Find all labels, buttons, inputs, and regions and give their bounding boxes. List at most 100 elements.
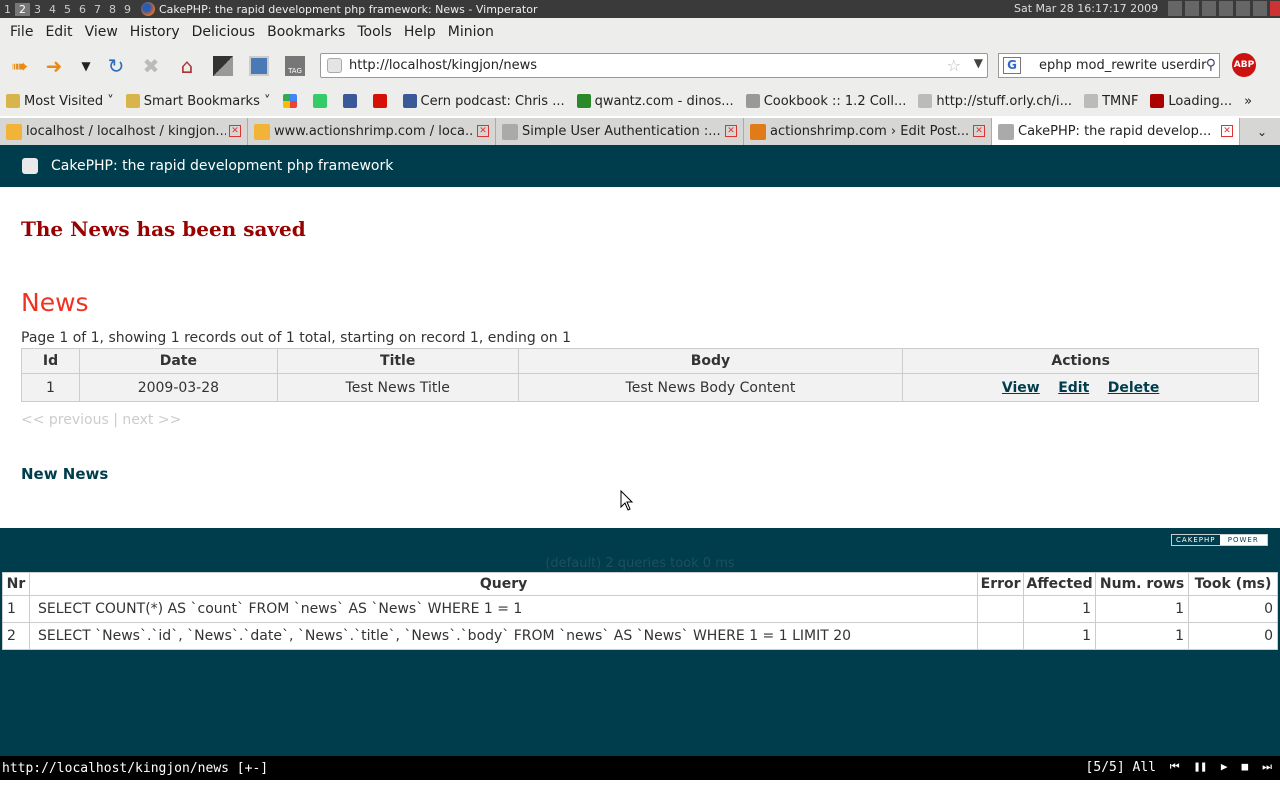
url-text[interactable]: http://localhost/kingjon/news (349, 58, 537, 73)
url-dropdown-icon[interactable]: ▼ (974, 56, 983, 70)
close-tab-icon[interactable]: ✕ (1221, 125, 1233, 137)
close-tab-icon[interactable]: ✕ (229, 125, 241, 137)
menu-view[interactable]: View (79, 24, 124, 40)
close-tab-icon[interactable]: ✕ (725, 125, 737, 137)
adblock-plus-icon[interactable]: ABP (1232, 53, 1256, 77)
tab-cakephp-news[interactable]: CakePHP: the rapid develop... ✕ (992, 118, 1240, 145)
workspace-1[interactable]: 1 (0, 3, 15, 16)
previous-track-icon[interactable]: ⏮ (1170, 760, 1180, 774)
search-text[interactable]: ephp mod_rewrite userdir (1039, 58, 1206, 73)
bookmark-lastfm[interactable] (367, 94, 397, 108)
menu-minion[interactable]: Minion (442, 24, 500, 40)
new-news-link[interactable]: New News (21, 465, 108, 483)
menu-tools[interactable]: Tools (351, 24, 398, 40)
page-icon (1084, 94, 1099, 108)
reload-icon[interactable]: ↻ (104, 54, 128, 78)
edit-link[interactable]: Edit (1058, 380, 1089, 396)
workspace-3[interactable]: 3 (30, 3, 45, 16)
page-header-title[interactable]: CakePHP: the rapid development php frame… (51, 158, 393, 174)
bookmarks-overflow-chevron-icon[interactable]: » (1238, 94, 1258, 109)
play-icon[interactable]: ▶ (1221, 760, 1228, 774)
search-icon[interactable] (1253, 1, 1267, 16)
menu-history[interactable]: History (124, 24, 186, 40)
bookmark-qwantz[interactable]: qwantz.com - dinos... (571, 94, 740, 109)
menu-help[interactable]: Help (398, 24, 442, 40)
back-arrow-icon[interactable]: ➠ (8, 54, 32, 78)
bookmark-tmnf[interactable]: TMNF (1078, 94, 1144, 109)
site-identity-icon[interactable] (327, 58, 342, 73)
bookmarks-toolbar: Most Visited ˅ Smart Bookmarks ˅ Cern po… (0, 86, 1280, 116)
next-track-icon[interactable]: ⏭ (1262, 760, 1272, 774)
gear-icon[interactable] (1236, 1, 1250, 16)
search-input[interactable]: G ephp mod_rewrite userdir ⚲ (998, 53, 1220, 78)
workspace-4[interactable]: 4 (45, 3, 60, 16)
network-icon[interactable] (1185, 1, 1199, 16)
menu-file[interactable]: File (4, 24, 39, 40)
bookmark-label: Loading... (1168, 93, 1233, 109)
stop-icon[interactable]: ✖ (139, 54, 163, 78)
column-header-date[interactable]: Date (78, 348, 278, 374)
grid-icon[interactable] (1168, 1, 1182, 16)
url-bar[interactable]: http://localhost/kingjon/news ☆ ▼ (320, 53, 988, 78)
delete-link[interactable]: Delete (1108, 380, 1160, 396)
menu-edit[interactable]: Edit (39, 24, 78, 40)
volume-icon[interactable] (1202, 1, 1216, 16)
workspace-2[interactable]: 2 (15, 2, 30, 16)
workspace-6[interactable]: 6 (75, 3, 90, 16)
workspace-7[interactable]: 7 (90, 3, 105, 16)
stop-icon[interactable]: ■ (1241, 760, 1248, 774)
tab-title: localhost / localhost / kingjon... (26, 124, 226, 139)
tray-app-icon[interactable] (1219, 1, 1233, 16)
sidebar-icon[interactable] (247, 54, 271, 78)
bookmark-google[interactable] (277, 94, 307, 108)
media-controls: ⏮ ❚❚ ▶ ■ ⏭ (1170, 760, 1272, 774)
bookmark-loading[interactable]: Loading... (1144, 94, 1238, 109)
sql-took: 0 (1188, 622, 1278, 650)
sql-col-nr: Nr (2, 572, 30, 596)
workspace-switcher[interactable]: 1 2 3 4 5 6 7 8 9 (0, 0, 135, 18)
sql-col-took: Took (ms) (1188, 572, 1278, 596)
sql-row: 2 SELECT `News`.`id`, `News`.`date`, `Ne… (2, 622, 1278, 650)
column-header-body[interactable]: Body (517, 348, 904, 374)
tab-strip: localhost / localhost / kingjon... ✕ www… (0, 118, 1280, 145)
badge-text-power: POWER (1219, 535, 1267, 545)
bookmark-orly[interactable]: http://stuff.orly.ch/i... (912, 94, 1078, 109)
download-icon[interactable] (1270, 1, 1280, 16)
google-search-engine-icon[interactable]: G (1003, 57, 1021, 74)
tab-edit-post[interactable]: actionshrimp.com › Edit Post... ✕ (744, 118, 992, 145)
magnifier-icon[interactable]: ⚲ (1206, 57, 1216, 73)
view-link[interactable]: View (1002, 380, 1040, 396)
menu-delicious[interactable]: Delicious (186, 24, 262, 40)
menu-bookmarks[interactable]: Bookmarks (261, 24, 351, 40)
workspace-5[interactable]: 5 (60, 3, 75, 16)
cakephp-power-badge[interactable]: CAKEPHP POWER (1171, 534, 1268, 546)
close-tab-icon[interactable]: ✕ (973, 125, 985, 137)
tab-phpmyadmin-actionshrimp[interactable]: www.actionshrimp.com / loca... ✕ (248, 118, 496, 145)
close-tab-icon[interactable]: ✕ (477, 125, 489, 137)
bookmark-star-icon[interactable]: ☆ (947, 56, 961, 75)
pagination: << previous | next >> (21, 412, 181, 428)
bookmark-most-visited[interactable]: Most Visited ˅ (0, 94, 120, 109)
forward-arrow-icon[interactable]: ➜ (42, 54, 66, 78)
bookmark-cern-podcast[interactable]: Cern podcast: Chris ... (397, 94, 571, 109)
tab-simple-user-auth[interactable]: Simple User Authentication :... ✕ (496, 118, 744, 145)
bookmark-facebook[interactable] (337, 94, 367, 108)
bookmark-label: TMNF (1102, 93, 1139, 109)
command-line[interactable] (0, 780, 1280, 800)
workspace-8[interactable]: 8 (105, 3, 120, 16)
home-icon[interactable]: ⌂ (175, 54, 199, 78)
bookmark-delicious[interactable] (307, 94, 337, 108)
bookmark-smart-bookmarks[interactable]: Smart Bookmarks ˅ (120, 94, 277, 109)
column-header-title[interactable]: Title (276, 348, 519, 374)
history-dropdown-icon[interactable]: ▼ (74, 54, 98, 78)
bookmark-cookbook[interactable]: Cookbook :: 1.2 Coll... (740, 94, 913, 109)
tab-phpmyadmin-localhost[interactable]: localhost / localhost / kingjon... ✕ (0, 118, 248, 145)
tag-icon[interactable]: TAG (283, 54, 307, 78)
list-all-tabs-chevron-icon[interactable]: ⌄ (1244, 118, 1280, 145)
pause-icon[interactable]: ❚❚ (1194, 760, 1207, 774)
paging-info: Page 1 of 1, showing 1 records out of 1 … (21, 330, 571, 346)
screenshot-icon[interactable] (211, 54, 235, 78)
column-header-id[interactable]: Id (21, 348, 80, 374)
facebook-icon (342, 94, 357, 108)
workspace-9[interactable]: 9 (120, 3, 135, 16)
